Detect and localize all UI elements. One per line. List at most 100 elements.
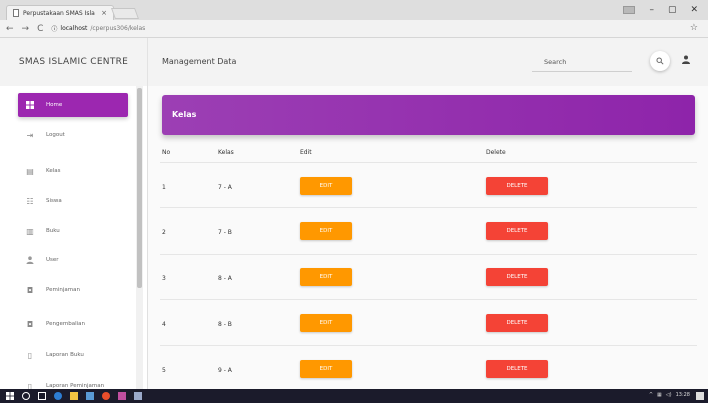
delete-button[interactable]: DELETE bbox=[486, 177, 548, 195]
edit-button[interactable]: EDIT bbox=[300, 314, 352, 332]
tab-title: Perpustakaan SMAS Isla bbox=[23, 9, 95, 17]
edit-button[interactable]: EDIT bbox=[300, 268, 352, 286]
back-icon[interactable]: ← bbox=[6, 24, 14, 34]
task-view-icon[interactable] bbox=[38, 392, 46, 400]
delete-button[interactable]: DELETE bbox=[486, 268, 548, 286]
search-button[interactable] bbox=[650, 51, 670, 71]
card-header bbox=[162, 95, 695, 135]
sidebar-item-label: Siswa bbox=[46, 198, 62, 204]
people-icon: ☷ bbox=[26, 196, 34, 206]
dashboard-icon bbox=[26, 101, 34, 109]
store-icon[interactable] bbox=[86, 392, 94, 400]
close-window-button[interactable]: ✕ bbox=[690, 5, 698, 15]
page-title: Management Data bbox=[162, 57, 237, 66]
window-controls: – ▢ ✕ bbox=[623, 0, 708, 20]
brand-logo-text[interactable]: SMAS ISLAMIC CENTRE bbox=[0, 38, 148, 86]
sidebar-item-home[interactable]: Home bbox=[18, 93, 128, 117]
chevron-up-icon[interactable]: ^ bbox=[649, 392, 653, 398]
sidebar-item-label: Buku bbox=[46, 228, 60, 234]
report-icon: ▯ bbox=[27, 350, 33, 360]
person-icon[interactable] bbox=[682, 55, 690, 66]
windows-start-icon[interactable] bbox=[6, 392, 14, 400]
sidebar-item-kelas[interactable]: ▤ Kelas bbox=[18, 159, 128, 183]
minimize-button[interactable]: – bbox=[649, 5, 654, 15]
search-input[interactable]: Search bbox=[544, 58, 566, 66]
clock[interactable]: 13:28 bbox=[676, 392, 690, 398]
volume-icon[interactable]: ◁) bbox=[666, 392, 672, 398]
table-cell-no: 5 bbox=[162, 367, 166, 374]
sidebar: Home ⇥ Logout ▤ Kelas ☷ Siswa ▥ Buku Use… bbox=[0, 86, 148, 389]
table-cell-no: 4 bbox=[162, 321, 166, 328]
forward-icon[interactable]: → bbox=[22, 24, 30, 34]
delete-button[interactable]: DELETE bbox=[486, 360, 548, 378]
sidebar-item-siswa[interactable]: ☷ Siswa bbox=[18, 189, 128, 213]
table-divider bbox=[160, 299, 697, 300]
address-bar: ← → C ⓘ localhost/cperpus306/kelas ☆ bbox=[0, 20, 708, 38]
search-icon[interactable] bbox=[22, 392, 30, 400]
tab-close-icon[interactable]: × bbox=[101, 9, 107, 17]
notification-icon[interactable] bbox=[696, 392, 704, 400]
delete-button[interactable]: DELETE bbox=[486, 222, 548, 240]
sidebar-item-label: Kelas bbox=[46, 168, 61, 174]
table-divider bbox=[160, 207, 697, 208]
browser-tab[interactable]: Perpustakaan SMAS Isla × bbox=[6, 5, 114, 20]
table-divider bbox=[160, 162, 697, 163]
table-cell-kelas: 7 - B bbox=[218, 229, 232, 236]
app-icon[interactable] bbox=[134, 392, 142, 400]
network-icon[interactable]: ▦ bbox=[657, 392, 662, 398]
sidebar-item-label: Logout bbox=[46, 132, 65, 138]
table-cell-kelas: 7 - A bbox=[218, 184, 232, 191]
windows-taskbar: ^ ▦ ◁) 13:28 bbox=[0, 389, 708, 403]
table-cell-no: 2 bbox=[162, 229, 166, 236]
sidebar-item-label: Home bbox=[46, 102, 63, 108]
url-field[interactable]: ⓘ localhost/cperpus306/kelas bbox=[51, 24, 145, 33]
sidebar-item-label: Pengembalian bbox=[46, 321, 85, 327]
sidebar-item-label: User bbox=[46, 257, 59, 263]
sidebar-scrollbar-thumb[interactable] bbox=[137, 88, 142, 288]
table-cell-kelas: 8 - A bbox=[218, 275, 232, 282]
table-cell-no: 1 bbox=[162, 184, 166, 191]
page-icon bbox=[13, 9, 19, 17]
sidebar-item-peminjaman[interactable]: ◘ Peminjaman bbox=[18, 278, 128, 302]
sidebar-item-pengembalian[interactable]: ◘ Pengembalian bbox=[18, 312, 128, 336]
edit-button[interactable]: EDIT bbox=[300, 222, 352, 240]
profile-icon[interactable] bbox=[623, 6, 636, 14]
info-icon: ⓘ bbox=[51, 26, 58, 33]
sidebar-item-label: Laporan Buku bbox=[46, 352, 84, 358]
chrome-icon[interactable] bbox=[102, 392, 110, 400]
reload-icon[interactable]: C bbox=[37, 24, 43, 34]
search-icon bbox=[656, 57, 664, 65]
bookmark-star-icon[interactable]: ☆ bbox=[690, 23, 698, 33]
table-cell-kelas: 9 - A bbox=[218, 367, 232, 374]
edit-button[interactable]: EDIT bbox=[300, 177, 352, 195]
book-icon: ▥ bbox=[26, 226, 34, 236]
maximize-button[interactable]: ▢ bbox=[668, 5, 677, 15]
column-header-edit: Edit bbox=[300, 149, 312, 156]
table-cell-no: 3 bbox=[162, 275, 166, 282]
file-explorer-icon[interactable] bbox=[70, 392, 78, 400]
card-title: Kelas bbox=[172, 110, 197, 119]
app-icon[interactable] bbox=[118, 392, 126, 400]
delete-button[interactable]: DELETE bbox=[486, 314, 548, 332]
url-host: localhost bbox=[60, 25, 88, 32]
column-header-kelas: Kelas bbox=[218, 149, 234, 156]
sidebar-item-label: Peminjaman bbox=[46, 287, 80, 293]
edge-icon[interactable] bbox=[54, 392, 62, 400]
column-header-delete: Delete bbox=[486, 149, 506, 156]
search-underline bbox=[532, 71, 632, 72]
sidebar-item-laporan-buku[interactable]: ▯ Laporan Buku bbox=[18, 343, 128, 367]
edit-button[interactable]: EDIT bbox=[300, 360, 352, 378]
new-tab-button[interactable] bbox=[110, 8, 140, 19]
return-icon: ◘ bbox=[26, 319, 34, 329]
sidebar-item-buku[interactable]: ▥ Buku bbox=[18, 219, 128, 243]
table-cell-kelas: 8 - B bbox=[218, 321, 232, 328]
system-tray: ^ ▦ ◁) 13:28 bbox=[649, 392, 690, 398]
sidebar-item-laporan-peminjaman[interactable]: ▯ Laporan Peminjaman bbox=[18, 374, 128, 390]
table-divider bbox=[160, 345, 697, 346]
sidebar-item-user[interactable]: User bbox=[18, 248, 128, 272]
url-path: /cperpus306/kelas bbox=[90, 25, 146, 32]
report-icon: ▯ bbox=[27, 381, 33, 390]
sidebar-item-logout[interactable]: ⇥ Logout bbox=[18, 123, 128, 147]
loan-icon: ◘ bbox=[26, 285, 34, 295]
user-icon bbox=[26, 256, 34, 264]
